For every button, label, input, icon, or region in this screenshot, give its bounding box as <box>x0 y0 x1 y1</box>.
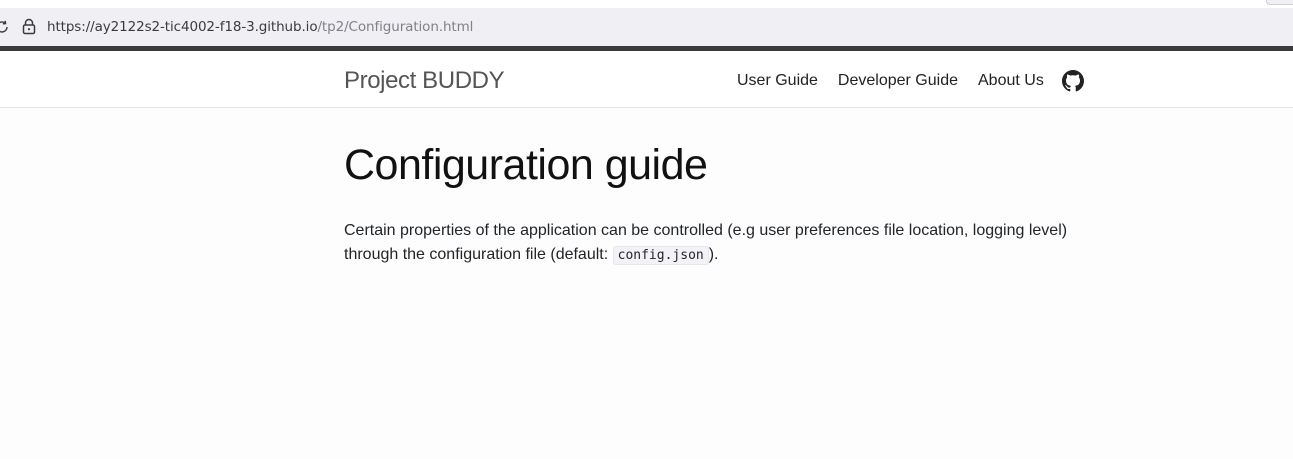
github-icon[interactable] <box>1062 70 1084 92</box>
browser-top-area <box>0 0 1293 8</box>
config-file-code: config.json <box>612 246 709 265</box>
brand-link[interactable]: Project BUDDY <box>344 66 505 96</box>
address-bar[interactable]: https://ay2122s2-tic4002-f18-3.github.io… <box>0 8 1293 46</box>
nav-link-user-guide[interactable]: User Guide <box>737 70 818 92</box>
browser-tab-edge[interactable] <box>1266 0 1293 5</box>
page-title: Configuration guide <box>344 141 708 189</box>
lock-icon[interactable] <box>22 18 36 35</box>
site-navbar: Project BUDDY User Guide Developer Guide… <box>0 51 1293 108</box>
nav-link-developer-guide[interactable]: Developer Guide <box>838 70 958 92</box>
nav-links: User Guide Developer Guide About Us <box>737 70 1064 92</box>
reload-icon[interactable] <box>0 19 10 35</box>
nav-link-about-us[interactable]: About Us <box>978 70 1044 92</box>
url-path: /tp2/Configuration.html <box>317 19 474 35</box>
url-host: https://ay2122s2-tic4002-f18-3.github.io <box>47 19 318 35</box>
paragraph-text-after: ). <box>708 246 719 263</box>
url-text[interactable]: https://ay2122s2-tic4002-f18-3.github.io… <box>47 19 473 35</box>
config-description: Certain properties of the application ca… <box>344 219 1084 268</box>
